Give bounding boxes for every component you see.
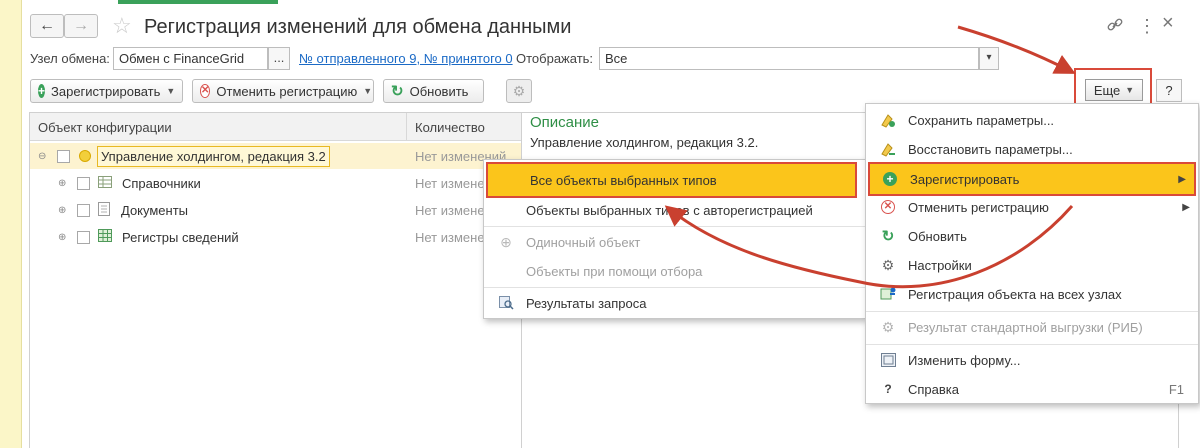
arrow-to-more-button <box>957 25 1076 74</box>
annotation-arrows <box>664 25 1076 289</box>
arrow-to-submenu-item <box>664 205 1074 289</box>
